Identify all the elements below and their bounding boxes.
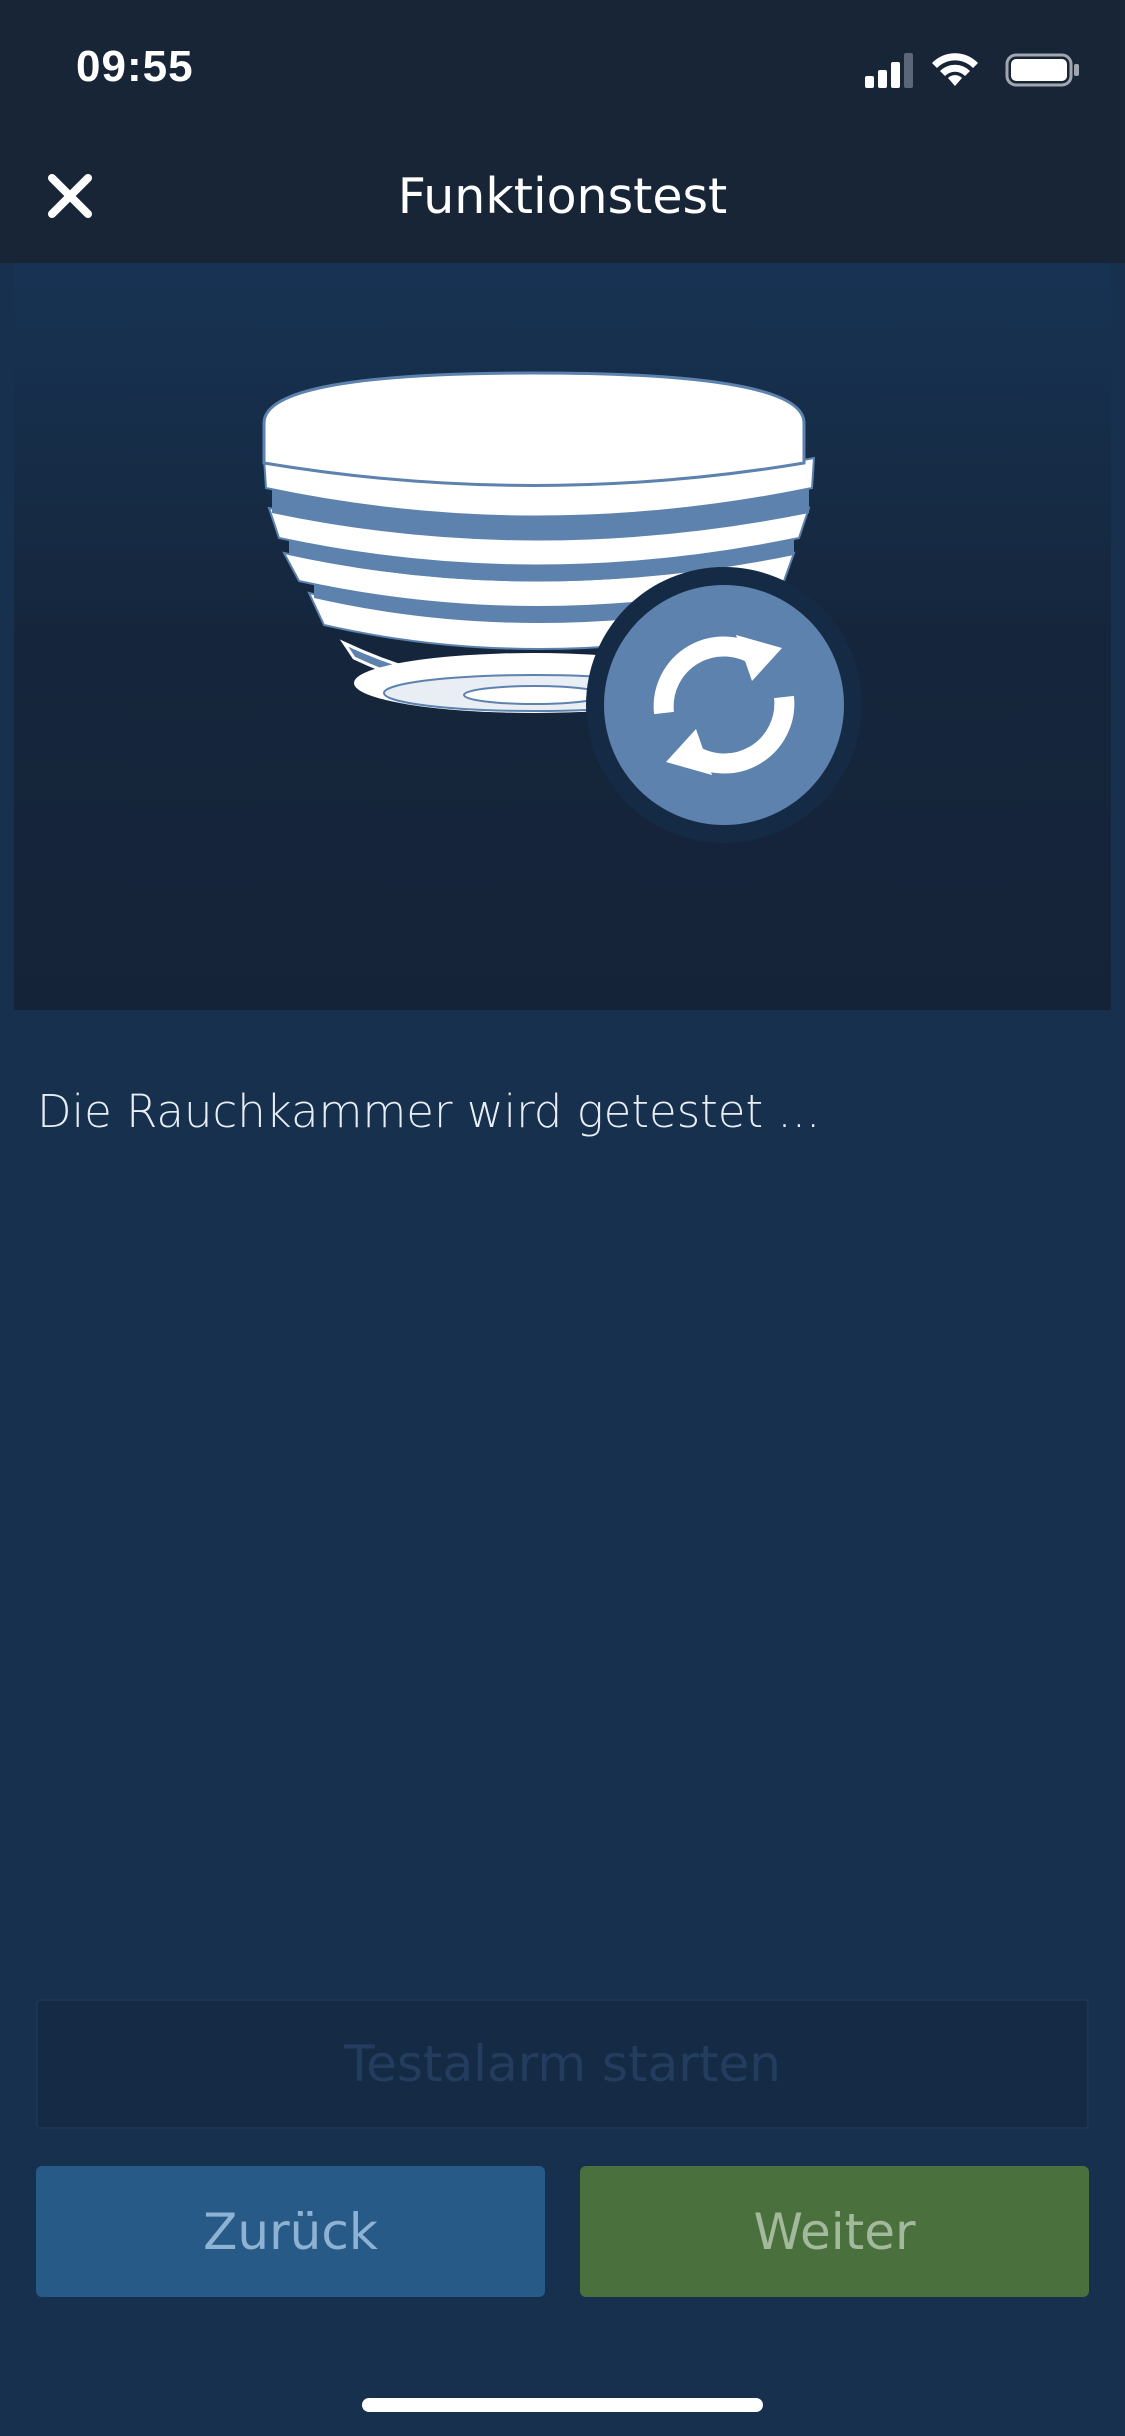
battery-icon: [1005, 53, 1079, 87]
next-button[interactable]: Weiter: [580, 2166, 1089, 2297]
top-bar: 09:55 Funktionstest: [0, 0, 1125, 263]
home-indicator: [362, 2398, 763, 2412]
start-test-alarm-button[interactable]: Testalarm starten: [36, 1999, 1089, 2129]
page-title: Funktionstest: [397, 168, 728, 225]
status-time: 09:55: [76, 42, 194, 91]
screen: 09:55 Funktionstest Die Rauchkammer wird…: [0, 0, 1125, 2436]
status-message: Die Rauchkammer wird getestet ...: [37, 1085, 821, 1138]
wifi-icon: [932, 53, 978, 86]
illustration-panel: [14, 263, 1111, 1010]
back-button[interactable]: Zurück: [36, 2166, 545, 2297]
signal-icon: [865, 53, 913, 88]
illustration: [262, 371, 862, 843]
status-icons: [865, 50, 1085, 90]
refresh-badge: [586, 567, 862, 843]
